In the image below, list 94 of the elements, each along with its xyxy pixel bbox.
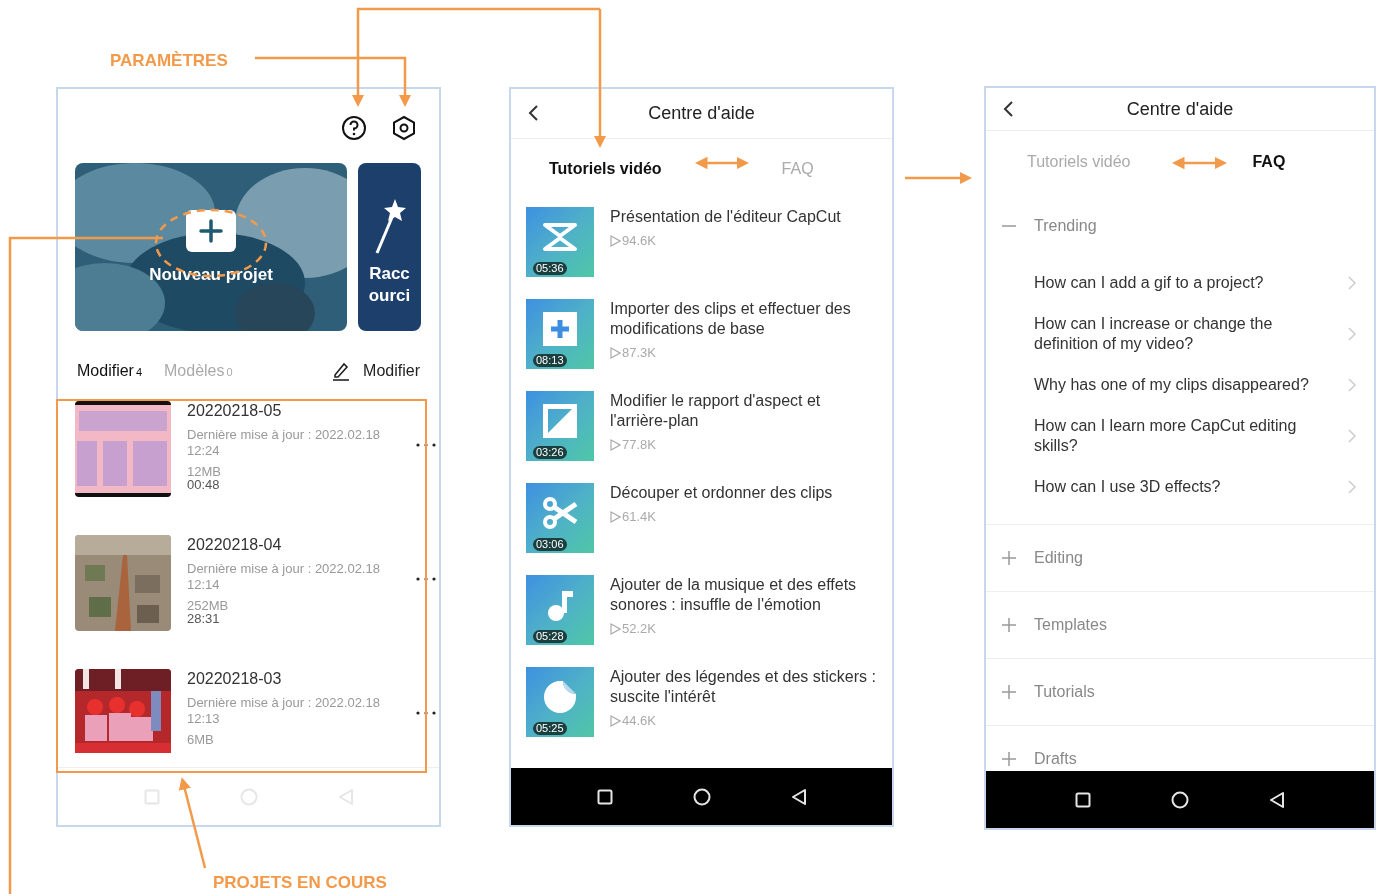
help-icon[interactable]	[341, 115, 367, 141]
double-arrow	[695, 156, 749, 170]
video-duration: 03:06	[533, 537, 567, 551]
triangle-icon[interactable]	[790, 787, 807, 806]
project-size: 252MB	[187, 599, 230, 613]
tab[interactable]: Tutoriels vidéo	[549, 156, 662, 181]
video-title[interactable]: Découper et ordonner des clips	[610, 482, 880, 503]
plus-icon	[1002, 685, 1016, 699]
plus-icon	[1002, 752, 1016, 766]
faq-section-header[interactable]: Editing	[986, 525, 1374, 591]
project-duration: 00:48	[187, 478, 221, 492]
plus-icon	[1002, 551, 1016, 565]
project-name: 20220218-03	[187, 669, 283, 690]
chevron-right-icon	[1348, 479, 1356, 494]
project-updated: Dernière mise à jour : 2022.02.18 12:14	[187, 561, 381, 594]
video-title[interactable]: Importer des clips et effectuer des modifications de base	[610, 298, 880, 339]
shortcut-label: Raccourci	[367, 263, 412, 308]
video-thumbnail[interactable]: 05:36	[526, 206, 594, 277]
view-count: 77.8K	[622, 435, 656, 454]
back-icon[interactable]	[1002, 100, 1014, 118]
view-count: 94.6K	[622, 231, 656, 250]
video-title[interactable]: Présentation de l'éditeur CapCut	[610, 206, 880, 227]
plus-icon	[1002, 618, 1016, 632]
clapper-logo-icon	[542, 221, 578, 252]
annotation-label: PROJETS EN COURS	[213, 872, 387, 894]
aspect-ratio-icon	[543, 403, 577, 438]
play-icon	[610, 510, 621, 523]
question-text: Why has one of my clips disappeared?	[1034, 374, 1310, 395]
view-count: 52.2K	[622, 619, 656, 638]
video-duration: 03:26	[533, 445, 567, 459]
project-duration: 28:31	[187, 612, 221, 626]
more-icon[interactable]	[416, 443, 436, 448]
play-icon	[610, 622, 621, 635]
tab[interactable]: FAQ	[1252, 150, 1286, 174]
tab[interactable]: Modifier4	[77, 359, 143, 384]
project-name: 20220218-04	[187, 535, 283, 556]
video-title[interactable]: Modifier le rapport d'aspect et l'arrière-plan	[610, 390, 880, 431]
next-screen-arrow	[905, 171, 972, 185]
scissors-icon	[542, 495, 578, 530]
annotation-label: PARAMÈTRES	[110, 50, 228, 72]
video-title[interactable]: Ajouter de la musique et des effets sonores : insuffle de l'émotion	[610, 574, 880, 615]
question-text: How can I learn more CapCut editing skills?	[1034, 415, 1298, 456]
screen-title: Centre d'aide	[1125, 97, 1235, 121]
view-count: 87.3K	[622, 343, 656, 362]
video-thumbnail[interactable]: 08:13	[526, 298, 594, 369]
video-thumbnail[interactable]: 05:25	[526, 666, 594, 737]
double-arrow	[1172, 156, 1227, 170]
square-icon[interactable]	[1075, 791, 1091, 808]
question-text: How can I increase or change the definition of my video?	[1034, 313, 1274, 354]
video-duration: 05:36	[533, 261, 567, 275]
play-icon	[610, 438, 621, 451]
video-duration: 05:28	[533, 629, 567, 643]
video-title[interactable]: Ajouter des légendes et des stickers : suscite l'intérêt	[610, 666, 880, 707]
faq-section-header[interactable]: Tutorials	[986, 659, 1374, 725]
faq-section-header[interactable]: Drafts	[986, 726, 1374, 771]
faq-section-header[interactable]: Templates	[986, 592, 1374, 658]
new-project-label: Nouveau projet	[149, 266, 273, 284]
play-icon	[610, 234, 621, 247]
play-icon	[610, 346, 621, 359]
screen-title: Centre d'aide	[647, 101, 756, 125]
triangle-icon[interactable]	[1269, 790, 1285, 809]
view-count: 61.4K	[622, 507, 656, 526]
video-duration: 08:13	[533, 353, 567, 367]
shortcut-card[interactable]: Raccourci	[358, 163, 421, 332]
pencil-icon	[331, 361, 352, 382]
more-icon[interactable]	[416, 711, 436, 716]
question-text: How can I add a gif to a project?	[1034, 272, 1265, 293]
sticker-icon	[543, 679, 577, 714]
chevron-right-icon	[1348, 428, 1356, 443]
edit-button[interactable]: Modifier	[331, 359, 420, 384]
chevron-right-icon	[1348, 275, 1356, 290]
new-project-card[interactable]: Nouveau projet	[75, 163, 347, 332]
project-size: 12MB	[187, 465, 222, 479]
settings-icon[interactable]	[391, 115, 417, 141]
video-thumbnail[interactable]: 03:26	[526, 390, 594, 461]
question-text: How can I use 3D effects?	[1034, 476, 1222, 497]
plus-icon	[543, 311, 577, 346]
project-updated: Dernière mise à jour : 2022.02.18 12:13	[187, 695, 381, 728]
circle-icon[interactable]	[1171, 790, 1189, 809]
square-icon[interactable]	[596, 788, 613, 805]
video-thumbnail[interactable]: 03:06	[526, 482, 594, 553]
plus-icon[interactable]	[186, 210, 236, 253]
chevron-right-icon	[1348, 377, 1356, 392]
more-icon[interactable]	[416, 577, 436, 582]
project-updated: Dernière mise à jour : 2022.02.18 12:24	[187, 427, 381, 460]
video-thumbnail[interactable]: 05:28	[526, 574, 594, 645]
back-icon[interactable]	[527, 104, 539, 123]
project-size: 6MB	[187, 733, 215, 747]
project-name: 20220218-05	[187, 401, 283, 422]
chevron-right-icon	[1348, 326, 1356, 341]
play-icon	[610, 714, 621, 727]
video-duration: 05:25	[533, 721, 567, 735]
view-count: 44.6K	[622, 711, 656, 730]
circle-icon[interactable]	[692, 787, 711, 806]
